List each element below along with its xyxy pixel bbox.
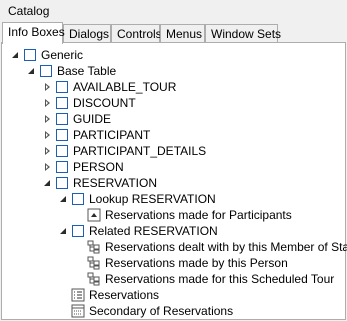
tree-item[interactable]: Generic (2, 47, 345, 63)
window-title: Catalog (8, 4, 50, 18)
tree-item-label: GUIDE (73, 112, 112, 126)
checkbox[interactable] (56, 145, 68, 157)
tree-item-label: PARTICIPANT_DETAILS (73, 144, 207, 158)
collapse-arrow-icon[interactable] (58, 191, 68, 207)
expand-arrow-icon[interactable] (42, 127, 52, 143)
tree-item[interactable]: Secondary of Reservations (2, 303, 345, 319)
tab-dialogs[interactable]: Dialogs (63, 24, 111, 43)
tree-item-label: AVAILABLE_TOUR (73, 80, 177, 94)
lookup-icon (87, 208, 101, 222)
tree-item-label: Generic (41, 48, 84, 62)
tree-item-label: Base Table (57, 64, 117, 78)
collapse-arrow-icon[interactable] (42, 175, 52, 191)
relation-icon (87, 256, 101, 270)
tree-item-label: Reservations made by this Person (105, 256, 288, 270)
checkbox[interactable] (72, 193, 84, 205)
catalog-tree[interactable]: Generic Base Table AVAILABLE_TOUR DISCOUNT G… (1, 42, 347, 320)
tree-item[interactable]: RESERVATION (2, 175, 345, 191)
collapse-arrow-icon[interactable] (58, 223, 68, 239)
tree-item[interactable]: PARTICIPANT (2, 127, 345, 143)
expand-arrow-icon[interactable] (42, 143, 52, 159)
relation-icon (87, 240, 101, 254)
tree-item[interactable]: Reservations made for Participants (2, 207, 345, 223)
checkbox[interactable] (24, 49, 36, 61)
tree-item-label: Secondary of Reservations (89, 304, 234, 318)
tree-item[interactable]: Reservations made for this Scheduled Tou… (2, 271, 345, 287)
expand-arrow-icon[interactable] (42, 79, 52, 95)
tab-controls[interactable]: Controls (111, 24, 162, 43)
expand-arrow-icon[interactable] (42, 111, 52, 127)
checkbox[interactable] (40, 65, 52, 77)
tree-item-label: Related RESERVATION (89, 224, 218, 238)
tree-item[interactable]: Base Table (2, 63, 345, 79)
collapse-arrow-icon[interactable] (10, 47, 20, 63)
tab-menus[interactable]: Menus (160, 24, 205, 43)
tree-item-label: Reservations made for Participants (105, 208, 292, 222)
collapse-arrow-icon[interactable] (26, 63, 36, 79)
tree-item[interactable]: DISCOUNT (2, 95, 345, 111)
secondary-list-icon (71, 304, 85, 318)
checkbox[interactable] (56, 81, 68, 93)
tree-item[interactable]: Related RESERVATION (2, 223, 345, 239)
checkbox[interactable] (72, 225, 84, 237)
tree-item[interactable]: PARTICIPANT_DETAILS (2, 143, 345, 159)
checkbox[interactable] (56, 113, 68, 125)
list-icon (71, 288, 85, 302)
tree-item[interactable]: AVAILABLE_TOUR (2, 79, 345, 95)
tree-item[interactable]: PERSON (2, 159, 345, 175)
tree-item-label: Reservations dealt with by this Member o… (105, 240, 347, 254)
tree-item-label: Reservations made for this Scheduled Tou… (105, 272, 335, 286)
relation-icon (87, 272, 101, 286)
tree-item-label: PERSON (73, 160, 124, 174)
tree-item[interactable]: Reservations dealt with by this Member o… (2, 239, 347, 255)
tree-item-label: Reservations (89, 288, 160, 302)
tab-info-boxes[interactable]: Info Boxes (2, 22, 65, 44)
checkbox[interactable] (56, 161, 68, 173)
checkbox[interactable] (56, 177, 68, 189)
tab-window-sets[interactable]: Window Sets (205, 24, 281, 43)
checkbox[interactable] (56, 97, 68, 109)
tree-item-label: RESERVATION (73, 176, 158, 190)
tree-item-label: PARTICIPANT (73, 128, 151, 142)
tree-item-label: Lookup RESERVATION (89, 192, 216, 206)
checkbox[interactable] (56, 129, 68, 141)
tree-item[interactable]: Reservations (2, 287, 345, 303)
tree-item-label: DISCOUNT (73, 96, 136, 110)
tree-item[interactable]: Reservations made by this Person (2, 255, 345, 271)
tree-item[interactable]: Lookup RESERVATION (2, 191, 345, 207)
tree-item[interactable]: GUIDE (2, 111, 345, 127)
catalog-tabs: Info Boxes Dialogs Controls Menus Window… (2, 22, 347, 44)
expand-arrow-icon[interactable] (42, 159, 52, 175)
expand-arrow-icon[interactable] (42, 95, 52, 111)
